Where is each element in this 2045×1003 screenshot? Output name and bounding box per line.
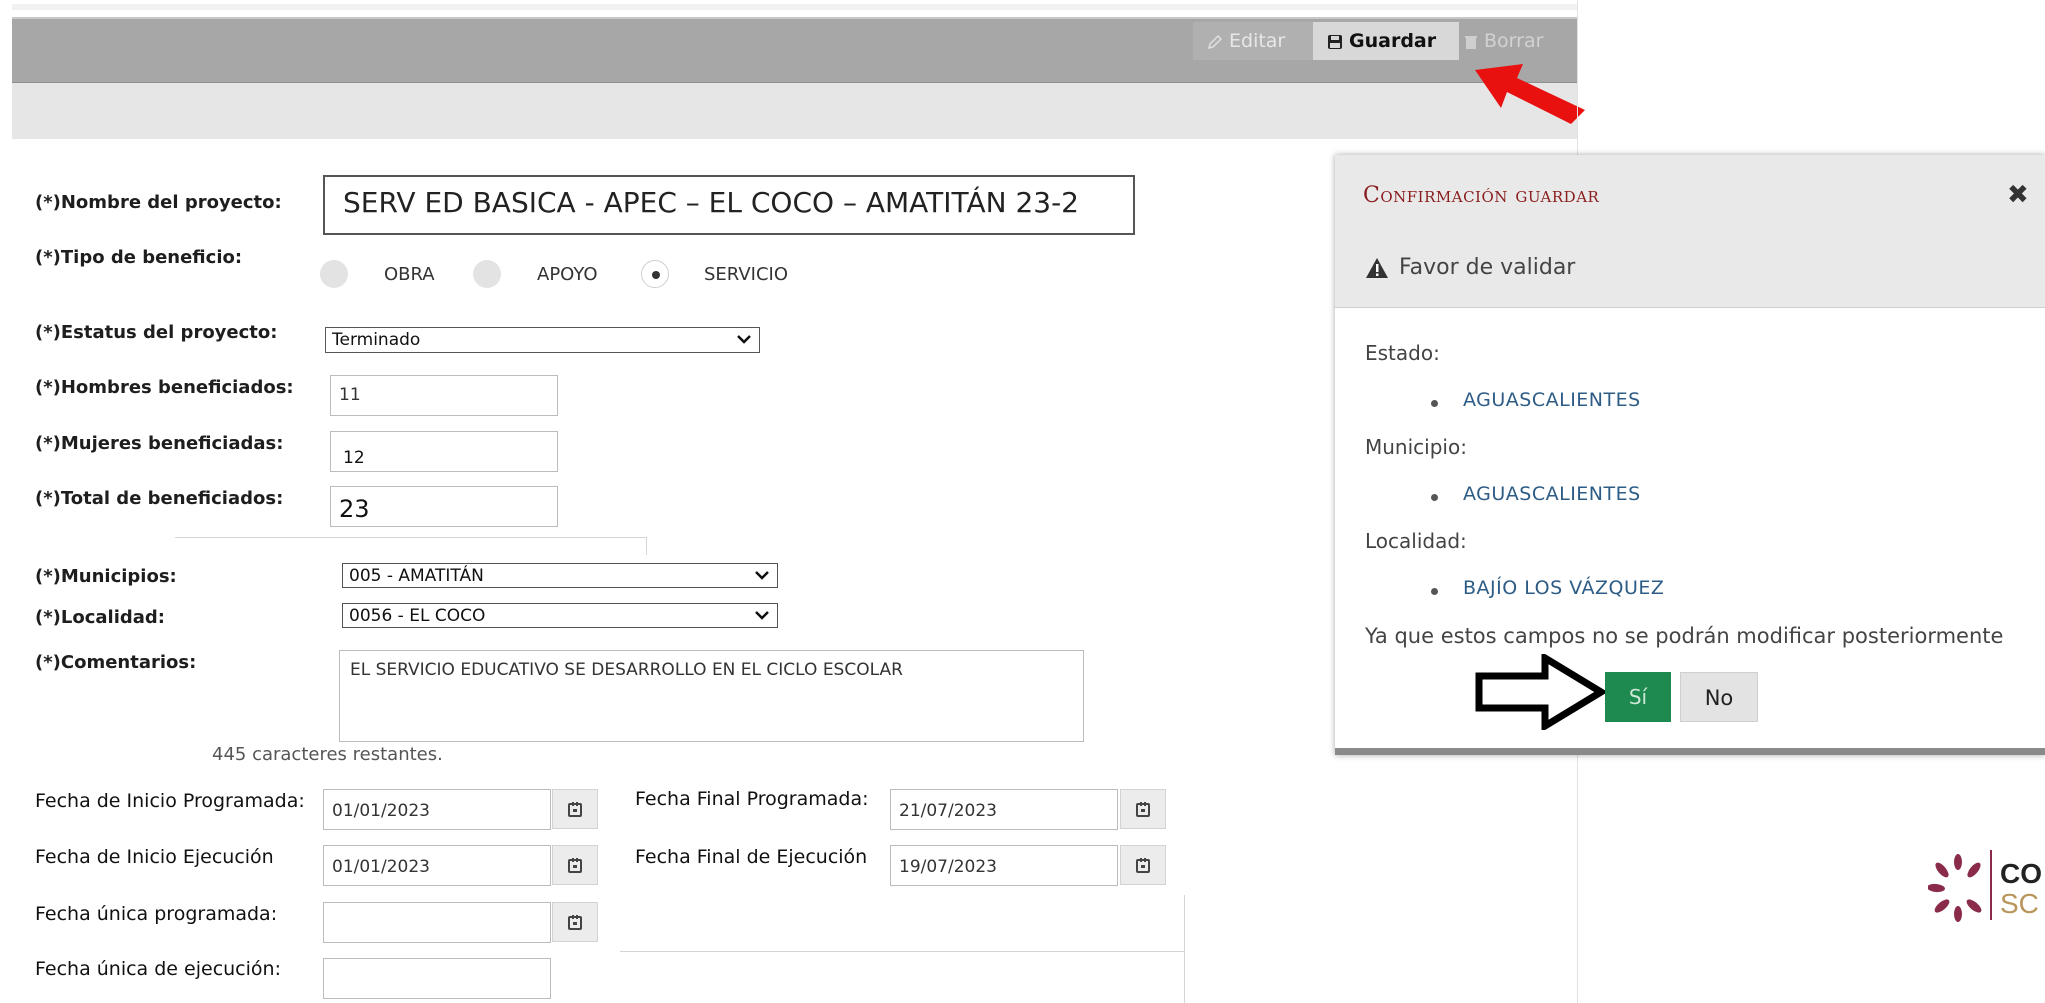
divider-line — [620, 951, 1185, 952]
calendar-icon — [568, 858, 582, 873]
fecha-final-ejec-field[interactable]: 19/07/2023 — [890, 845, 1118, 886]
logo-mark-icon — [1928, 854, 1982, 922]
estatus-value: Terminado — [332, 330, 421, 350]
logo-divider — [1990, 850, 1992, 920]
hombres-label: (*)Hombres beneficiados: — [35, 377, 294, 398]
nombre-label: (*)Nombre del proyecto: — [35, 192, 282, 213]
fecha-inicio-prog-field[interactable]: 01/01/2023 — [323, 789, 551, 830]
dialog-note-text: Favor de validar — [1399, 255, 1576, 280]
localidad-value: 0056 - EL COCO — [349, 606, 486, 626]
remaining-chars-text: 445 caracteres restantes. — [212, 744, 443, 765]
servicio-label: SERVICIO — [704, 264, 788, 285]
fecha-final-prog-label: Fecha Final Programada: — [635, 788, 869, 810]
localidad-select[interactable]: 0056 - EL COCO — [342, 603, 778, 628]
fecha-final-ejec-label: Fecha Final de Ejecución — [635, 846, 868, 868]
localidad-label: Localidad: — [1365, 529, 1467, 553]
chevron-down-icon — [737, 335, 751, 344]
total-label: (*)Total de beneficiados: — [35, 488, 284, 509]
mujeres-label: (*)Mujeres beneficiadas: — [35, 433, 284, 454]
calendar-button[interactable] — [1120, 845, 1166, 885]
municipios-value: 005 - AMATITÁN — [349, 566, 484, 586]
toolbar-subbar — [12, 83, 1577, 139]
dialog-warning-text: Ya que estos campos no se podrán modific… — [1365, 624, 2004, 648]
confirmation-dialog: Confirmación guardar ✖ Favor de validar … — [1335, 155, 2045, 755]
municipios-label: (*)Municipios: — [35, 566, 177, 587]
dialog-title: Confirmación guardar — [1363, 183, 1600, 208]
comentarios-textarea[interactable]: EL SERVICIO EDUCATIVO SE DESARROLLO EN E… — [339, 650, 1084, 742]
calendar-icon — [568, 915, 582, 930]
fecha-inicio-ejec-field[interactable]: 01/01/2023 — [323, 845, 551, 886]
obra-label: OBRA — [384, 264, 435, 285]
guardar-label: Guardar — [1349, 30, 1437, 52]
nombre-proyecto-field[interactable]: SERV ED BASICA - APEC – EL COCO – AMATIT… — [323, 175, 1135, 235]
municipios-select[interactable]: 005 - AMATITÁN — [342, 563, 778, 588]
estado-value: AGUASCALIENTES — [1463, 389, 1641, 411]
calendar-icon — [1136, 802, 1150, 817]
municipio-value: AGUASCALIENTES — [1463, 483, 1641, 505]
localidad-label: (*)Localidad: — [35, 607, 165, 628]
chevron-down-icon — [755, 611, 769, 620]
si-button[interactable]: Sí — [1605, 672, 1671, 722]
fecha-unica-prog-label: Fecha única programada: — [35, 903, 278, 925]
no-button[interactable]: No — [1680, 672, 1758, 722]
calendar-button[interactable] — [1120, 789, 1166, 829]
calendar-icon — [1136, 858, 1150, 873]
comentarios-label: (*)Comentarios: — [35, 652, 197, 673]
mujeres-field[interactable]: 12 — [330, 431, 558, 472]
municipio-label: Municipio: — [1365, 435, 1467, 459]
trash-icon — [1465, 36, 1477, 49]
apoyo-label: APOYO — [537, 264, 598, 285]
divider-line — [1184, 895, 1185, 1003]
logo-text-2: SC — [2000, 888, 2039, 919]
fecha-inicio-ejec-label: Fecha de Inicio Ejecución — [35, 846, 274, 868]
top-divider — [12, 4, 1577, 10]
logo: CO SC — [1928, 850, 2045, 960]
pencil-icon — [1207, 34, 1223, 50]
close-icon[interactable]: ✖ — [2007, 180, 2029, 210]
black-arrow-annotation — [1475, 654, 1607, 730]
red-arrow-annotation — [1475, 64, 1585, 124]
guardar-button[interactable]: Guardar — [1313, 22, 1459, 60]
bullet — [1431, 400, 1438, 407]
logo-text-1: CO — [2000, 858, 2042, 889]
estado-label: Estado: — [1365, 341, 1440, 365]
fecha-final-prog-field[interactable]: 21/07/2023 — [890, 789, 1118, 830]
fecha-unica-ejec-label: Fecha única de ejecución: — [35, 958, 281, 980]
calendar-button[interactable] — [552, 789, 598, 829]
estatus-label: (*)Estatus del proyecto: — [35, 322, 278, 343]
servicio-radio[interactable] — [641, 260, 669, 288]
calendar-button[interactable] — [552, 845, 598, 885]
borrar-label: Borrar — [1484, 30, 1544, 52]
warning-icon — [1366, 258, 1388, 278]
borrar-button[interactable]: Borrar — [1450, 22, 1578, 60]
total-field[interactable]: 23 — [330, 486, 558, 527]
fecha-unica-prog-field[interactable] — [323, 902, 551, 943]
apoyo-radio[interactable] — [473, 260, 501, 288]
localidad-value: BAJÍO LOS VÁZQUEZ — [1463, 577, 1665, 599]
editar-button[interactable]: Editar — [1193, 22, 1316, 60]
hombres-field[interactable]: 11 — [330, 375, 558, 416]
calendar-button[interactable] — [552, 902, 598, 942]
calendar-icon — [568, 802, 582, 817]
tipo-label: (*)Tipo de beneficio: — [35, 247, 243, 268]
divider-line — [646, 537, 647, 555]
obra-radio[interactable] — [320, 260, 348, 288]
fecha-unica-ejec-field[interactable] — [323, 958, 551, 999]
dialog-bottom-edge — [1335, 748, 2045, 755]
bullet — [1431, 588, 1438, 595]
floppy-icon — [1328, 35, 1342, 49]
bullet — [1431, 494, 1438, 501]
divider-line — [175, 537, 647, 538]
chevron-down-icon — [755, 571, 769, 580]
fecha-inicio-prog-label: Fecha de Inicio Programada: — [35, 790, 305, 812]
estatus-select[interactable]: Terminado — [325, 327, 760, 353]
editar-label: Editar — [1229, 30, 1286, 52]
